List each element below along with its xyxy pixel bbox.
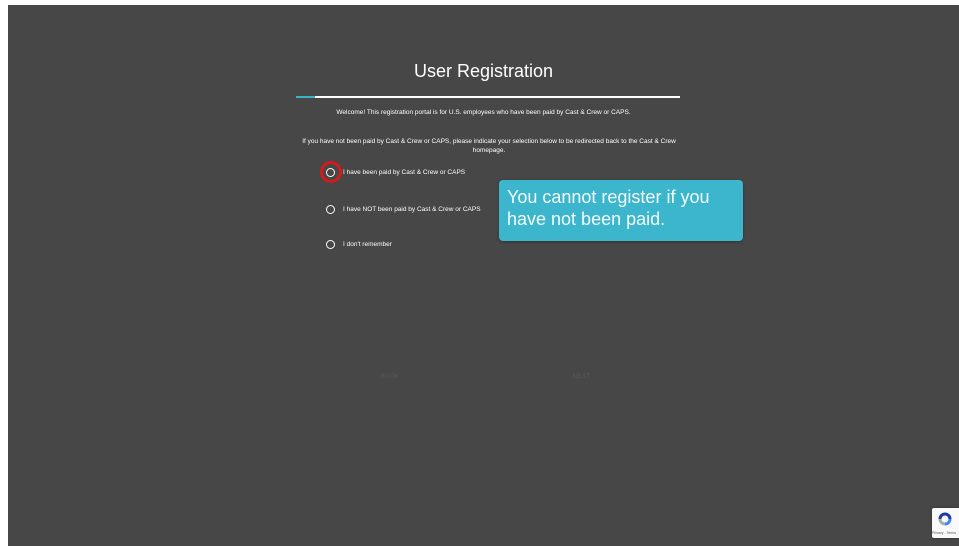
radio-button[interactable] (326, 239, 335, 249)
option-not-paid[interactable]: I have NOT been paid by Cast & Crew or C… (326, 202, 481, 216)
tooltip-callout: You cannot register if you have not been… (499, 180, 743, 241)
welcome-text: Welcome! This registration portal is for… (336, 109, 631, 116)
recaptcha-icon (938, 512, 952, 526)
recaptcha-label: Privacy - Terms (932, 531, 957, 535)
highlight-circle (320, 161, 342, 183)
option-label: I have been paid by Cast & Crew or CAPS (343, 168, 466, 176)
page-title: User Registration (413, 61, 554, 81)
registration-panel: User Registration Welcome! This registra… (8, 5, 959, 546)
back-button[interactable]: BACK (381, 374, 399, 380)
option-label: I don't remember (343, 240, 392, 248)
option-paid[interactable]: I have been paid by Cast & Crew or CAPS (326, 165, 465, 179)
instruction-text: If you have not been paid by Cast & Crew… (302, 138, 676, 154)
progress-bar-fill (296, 96, 316, 98)
option-label: I have NOT been paid by Cast & Crew or C… (343, 205, 481, 213)
next-button[interactable]: NEXT (573, 374, 590, 380)
radio-button[interactable] (326, 204, 335, 214)
recaptcha-badge[interactable]: Privacy - Terms (932, 508, 959, 538)
progress-bar (296, 96, 680, 98)
option-dont-remember[interactable]: I don't remember (326, 237, 392, 251)
